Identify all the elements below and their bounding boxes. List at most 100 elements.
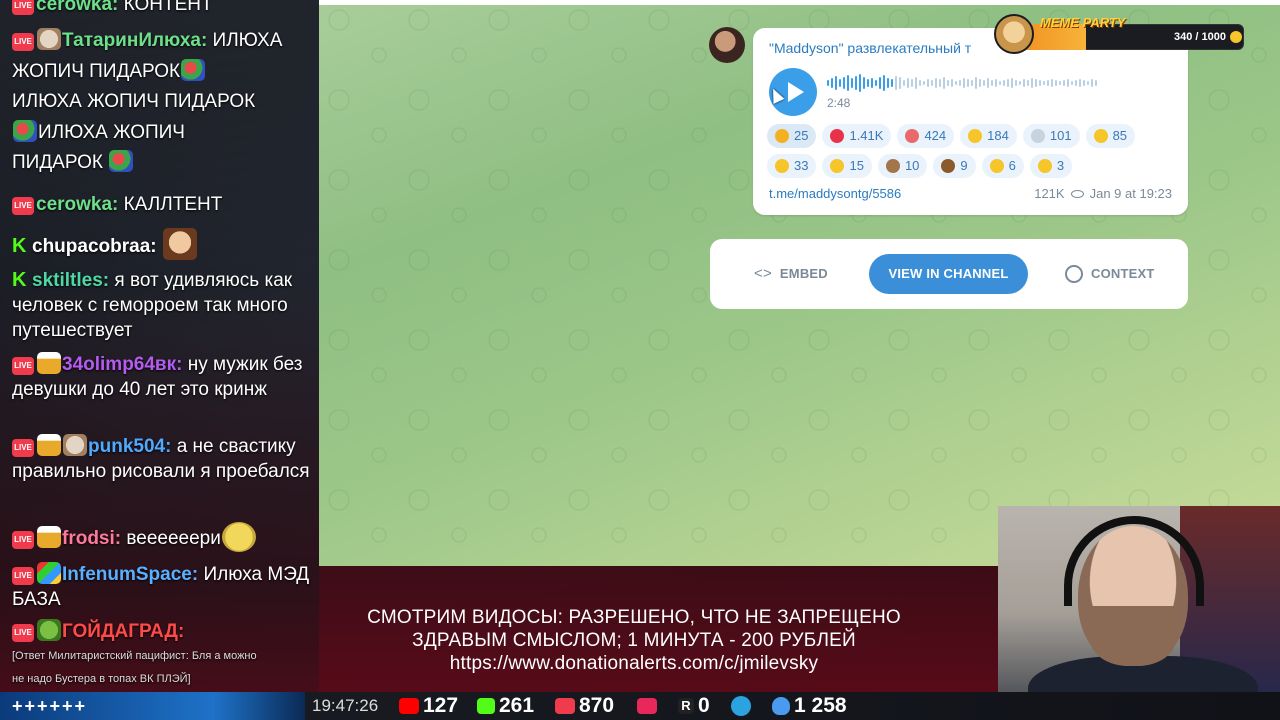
reaction-chip[interactable]: 33 bbox=[767, 154, 817, 178]
stream-status-bar: ++++++ 19:47:26 127 261 870 R 0 1 258 bbox=[0, 692, 1280, 720]
vk-live-icon: LIVE bbox=[12, 439, 34, 457]
waveform-bar bbox=[967, 79, 969, 87]
chat-message: LIVE InfenumSpace: Илюха МЭД БАЗА bbox=[12, 562, 310, 610]
post-link[interactable]: t.me/maddysontg/5586 bbox=[769, 186, 901, 201]
waveform-bar bbox=[895, 76, 897, 90]
telegram-link bbox=[731, 692, 751, 720]
kick-icon: K bbox=[12, 269, 27, 291]
reaction-chip[interactable]: 424 bbox=[897, 124, 955, 148]
cat-emote-icon bbox=[63, 434, 87, 456]
meme-party-title: MEME PARTY bbox=[1040, 15, 1126, 30]
waveform-bar bbox=[891, 79, 893, 87]
waveform-bar bbox=[867, 79, 869, 87]
clown-icon bbox=[905, 129, 920, 143]
reaction-count: 15 bbox=[849, 158, 864, 173]
reaction-chip[interactable]: 25 bbox=[767, 124, 817, 148]
waveform-bar bbox=[1063, 80, 1065, 86]
waveform-bar bbox=[1027, 80, 1029, 86]
heart-gray-icon bbox=[1030, 129, 1045, 143]
chat-message: Kchupacobraa: bbox=[12, 228, 312, 260]
vk-live-icon: LIVE bbox=[12, 197, 34, 215]
audio-waveform[interactable] bbox=[827, 74, 1172, 92]
waveform-bar bbox=[1023, 79, 1025, 87]
youtube-icon bbox=[399, 698, 419, 714]
waveform-bar bbox=[927, 79, 929, 87]
channel-avatar[interactable] bbox=[709, 27, 745, 63]
vklive-viewers: 870 bbox=[555, 692, 614, 720]
waveform-bar bbox=[939, 79, 941, 87]
audio-duration: 2:48 bbox=[827, 96, 851, 110]
chat-message: LIVE cerowka: КАЛЛТЕНТ bbox=[12, 192, 312, 217]
chat-message: LIVE ГОЙДАГРАД: bbox=[12, 619, 312, 644]
kick-viewers: 261 bbox=[477, 692, 534, 720]
stream-screen: LIVE cerowka: КОНТЕНТ LIVE ТатаринИлюха: И… bbox=[0, 0, 1280, 720]
reaction-count: 101 bbox=[1049, 128, 1072, 143]
rofl-icon bbox=[968, 129, 983, 143]
reaction-chip[interactable]: 9 bbox=[933, 154, 976, 178]
waveform-bar bbox=[947, 80, 949, 86]
waveform-bar bbox=[959, 80, 961, 86]
kick-icon: K bbox=[12, 235, 27, 257]
waveform-bar bbox=[859, 74, 861, 92]
waveform-bar bbox=[963, 78, 965, 88]
total-viewers: 1 258 bbox=[772, 692, 847, 720]
vk-live-icon: LIVE bbox=[12, 567, 34, 585]
reaction-chip[interactable]: 1.41K bbox=[822, 124, 892, 148]
waveform-bar bbox=[863, 77, 865, 89]
waveform-bar bbox=[915, 77, 917, 89]
chat-message: Ksktiltles: я вот удивляюсь как человек … bbox=[12, 269, 293, 341]
vk-live-icon: LIVE bbox=[12, 33, 34, 51]
reaction-count: 9 bbox=[960, 158, 968, 173]
donation-notice: СМОТРИМ ВИДОСЫ: РАЗРЕШЕНО, ЧТО НЕ ЗАПРЕЩ… bbox=[319, 566, 998, 692]
context-button[interactable]: CONTEXT bbox=[1065, 254, 1155, 294]
thinking-icon bbox=[775, 159, 789, 173]
globe-icon bbox=[1065, 265, 1083, 283]
sad-face-emote-icon bbox=[221, 522, 256, 552]
beer-emote-icon bbox=[37, 352, 61, 374]
post-date: Jan 9 at 19:23 bbox=[1089, 186, 1172, 201]
reaction-chip[interactable]: 184 bbox=[960, 124, 1017, 148]
frog-emote-icon bbox=[37, 619, 61, 641]
stream-chat: LIVE cerowka: КОНТЕНТ LIVE ТатаринИлюха: И… bbox=[0, 0, 319, 692]
reaction-count: 33 bbox=[794, 158, 809, 173]
waveform-bar bbox=[1055, 80, 1057, 86]
waveform-bar bbox=[827, 80, 829, 86]
doge-icon bbox=[994, 14, 1034, 54]
reaction-chip[interactable]: 10 bbox=[877, 154, 928, 178]
waveform-bar bbox=[831, 78, 833, 88]
chat-message: LIVE punk504: а не свастику правильно рис… bbox=[12, 434, 310, 482]
streamer-beard bbox=[1090, 606, 1176, 666]
waveform-bar bbox=[999, 81, 1001, 85]
reaction-count: 6 bbox=[1008, 158, 1016, 173]
waveform-bar bbox=[1091, 79, 1093, 87]
user-icon bbox=[772, 697, 790, 715]
clock: 19:47:26 bbox=[312, 696, 379, 715]
meme-party-widget: MEME PARTY 340 / 1000 bbox=[994, 14, 1246, 54]
face-emote-icon bbox=[162, 228, 197, 260]
waveform-bar bbox=[903, 80, 905, 86]
reaction-chip[interactable]: 101 bbox=[1022, 124, 1080, 148]
reaction-count: 85 bbox=[1112, 128, 1128, 143]
waveform-bar bbox=[1031, 78, 1033, 88]
waveform-bar bbox=[975, 77, 977, 89]
reaction-count: 25 bbox=[794, 128, 809, 143]
reaction-chip[interactable]: 85 bbox=[1085, 124, 1136, 148]
cat-emote-icon bbox=[37, 28, 61, 50]
waveform-bar bbox=[943, 77, 945, 89]
waveform-bar bbox=[911, 79, 913, 87]
waveform-bar bbox=[1051, 79, 1053, 87]
waveform-bar bbox=[1067, 79, 1069, 87]
vk-live-icon bbox=[555, 698, 575, 714]
waveform-bar bbox=[983, 80, 985, 86]
vk-live-icon: LIVE bbox=[12, 531, 34, 549]
waveform-bar bbox=[951, 79, 953, 87]
reaction-chip[interactable]: 3 bbox=[1029, 154, 1073, 178]
waveform-bar bbox=[855, 76, 857, 90]
meme-party-score: 340 / 1000 bbox=[1174, 31, 1226, 43]
waveform-bar bbox=[899, 77, 901, 89]
reaction-chip[interactable]: 15 bbox=[822, 154, 872, 178]
embed-button[interactable]: <> EMBED bbox=[754, 254, 828, 294]
waveform-bar bbox=[1079, 79, 1081, 87]
view-in-channel-button[interactable]: VIEW IN CHANNEL bbox=[869, 254, 1028, 294]
reaction-chip[interactable]: 6 bbox=[981, 154, 1024, 178]
